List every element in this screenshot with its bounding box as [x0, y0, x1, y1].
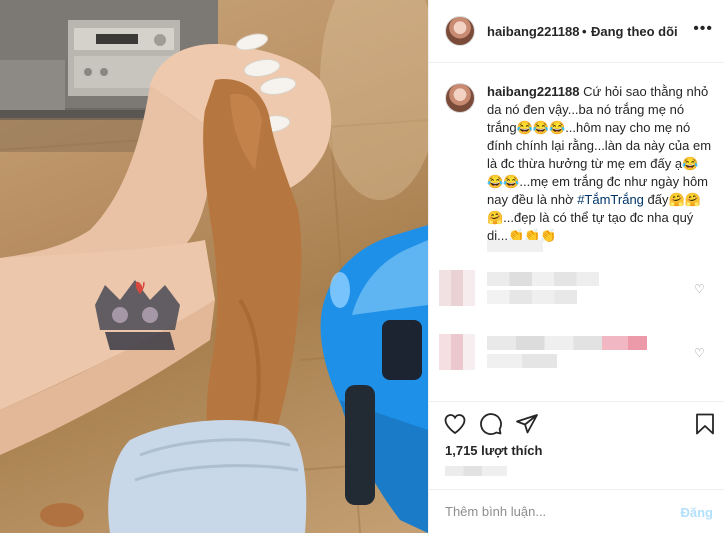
photo-illustration — [0, 0, 428, 533]
author-username[interactable]: haibang221188 — [487, 24, 580, 39]
blurred-avatar — [439, 334, 475, 370]
child-foot — [40, 503, 84, 527]
small-heart-icon[interactable]: ♡ — [694, 283, 705, 295]
caption-author-avatar[interactable] — [445, 83, 475, 113]
blurred-text — [487, 272, 599, 286]
post-action-bar — [429, 401, 724, 449]
post-header: haibang221188 • Đang theo dõi ••• — [429, 0, 724, 63]
child-sleeve — [108, 420, 307, 533]
blue-toy-car — [320, 225, 428, 533]
likes-count[interactable]: 1,715 lượt thích — [445, 443, 542, 458]
small-heart-icon[interactable]: ♡ — [694, 347, 705, 359]
comment-row-blurred: ♡ — [429, 332, 724, 372]
post-side-panel: haibang221188 • Đang theo dõi ••• haiban… — [428, 0, 724, 533]
blurred-text — [487, 290, 577, 304]
caption-hashtag[interactable]: #TắmTrắng — [577, 192, 644, 207]
heart-icon[interactable] — [443, 412, 467, 436]
paper-plane-icon[interactable] — [515, 412, 539, 436]
caption-username[interactable]: haibang221188 — [487, 84, 580, 99]
add-comment-bar: Đăng — [429, 489, 724, 533]
caption-time-blurred — [487, 240, 543, 252]
post-comment-button[interactable]: Đăng — [681, 505, 714, 520]
crown-tattoo — [95, 280, 180, 350]
blurred-text — [487, 354, 557, 368]
comment-bubble-icon[interactable] — [479, 412, 503, 436]
blurred-avatar — [439, 270, 475, 306]
comment-input[interactable] — [445, 504, 655, 519]
blurred-text — [487, 336, 647, 350]
author-avatar[interactable] — [445, 16, 475, 46]
caption-text: haibang221188 Cứ hỏi sao thằng nhỏ da nó… — [487, 83, 713, 245]
header-separator: • — [582, 24, 587, 39]
follow-status-button[interactable]: Đang theo dõi — [591, 24, 678, 39]
post-time-blurred — [445, 466, 507, 476]
post-photo[interactable] — [0, 0, 428, 533]
caption-body-part1: Cứ hỏi sao thằng nhỏ da nó đen vậy...ba … — [487, 84, 712, 207]
bookmark-icon[interactable] — [693, 412, 717, 436]
comment-row-blurred: ♡ — [429, 268, 724, 308]
more-dots-icon[interactable]: ••• — [693, 20, 713, 38]
